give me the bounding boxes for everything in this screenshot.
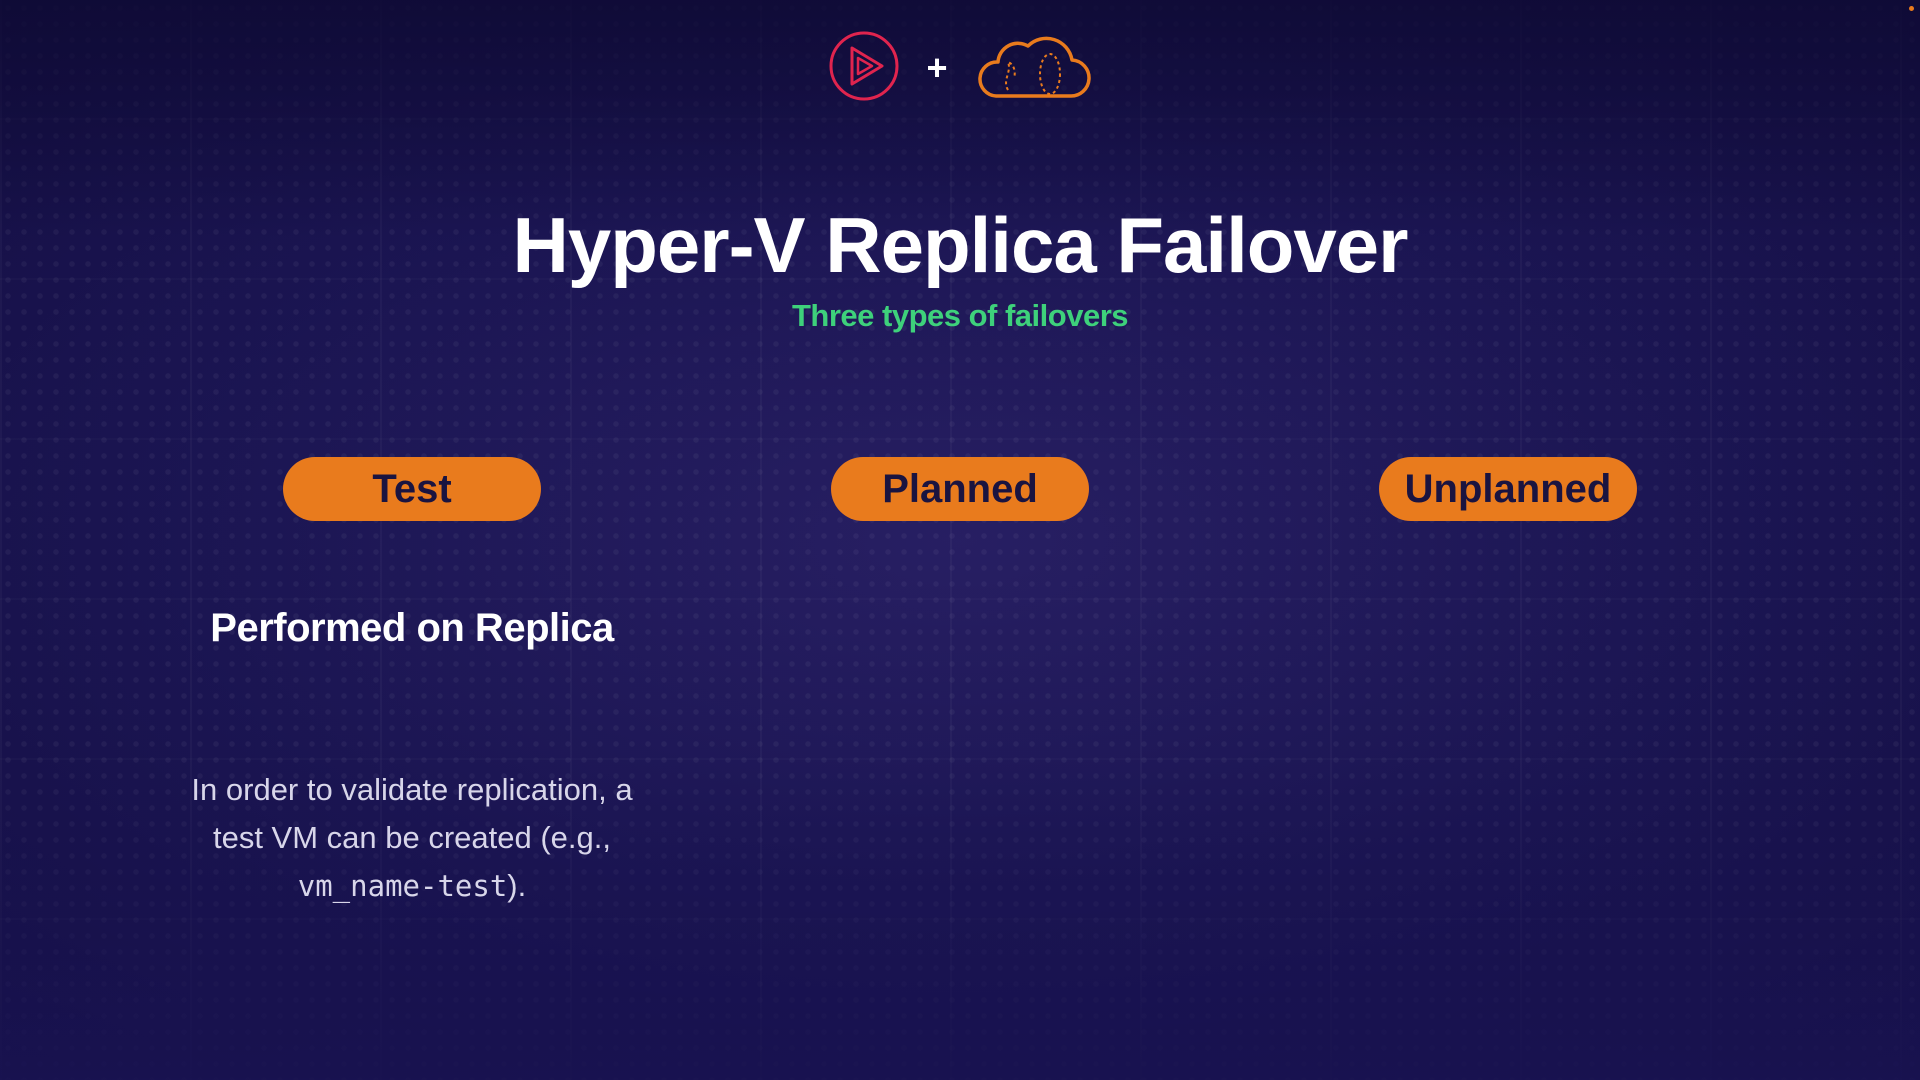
test-failover-description: In order to validate replication, a test… xyxy=(170,766,654,910)
performed-heading: Performed on Replica xyxy=(210,606,614,650)
cloud-logo-icon xyxy=(974,30,1092,107)
server-rack-background xyxy=(0,0,1920,1080)
description-code: vm_name-test xyxy=(297,869,508,903)
failover-type-unplanned-button[interactable]: Unplanned xyxy=(1379,457,1637,521)
description-text-end: ). xyxy=(507,868,527,903)
failover-type-planned-button[interactable]: Planned xyxy=(831,457,1089,521)
status-dot xyxy=(1909,6,1914,11)
description-text: In order to validate replication, a test… xyxy=(191,772,633,855)
failover-type-test-button[interactable]: Test xyxy=(283,457,541,521)
play-logo-icon xyxy=(828,30,900,107)
plus-sign: + xyxy=(926,47,948,88)
logo-bar: + xyxy=(0,28,1920,108)
slide-title: Hyper-V Replica Failover xyxy=(512,201,1408,289)
slide-subtitle: Three types of failovers xyxy=(791,298,1129,333)
